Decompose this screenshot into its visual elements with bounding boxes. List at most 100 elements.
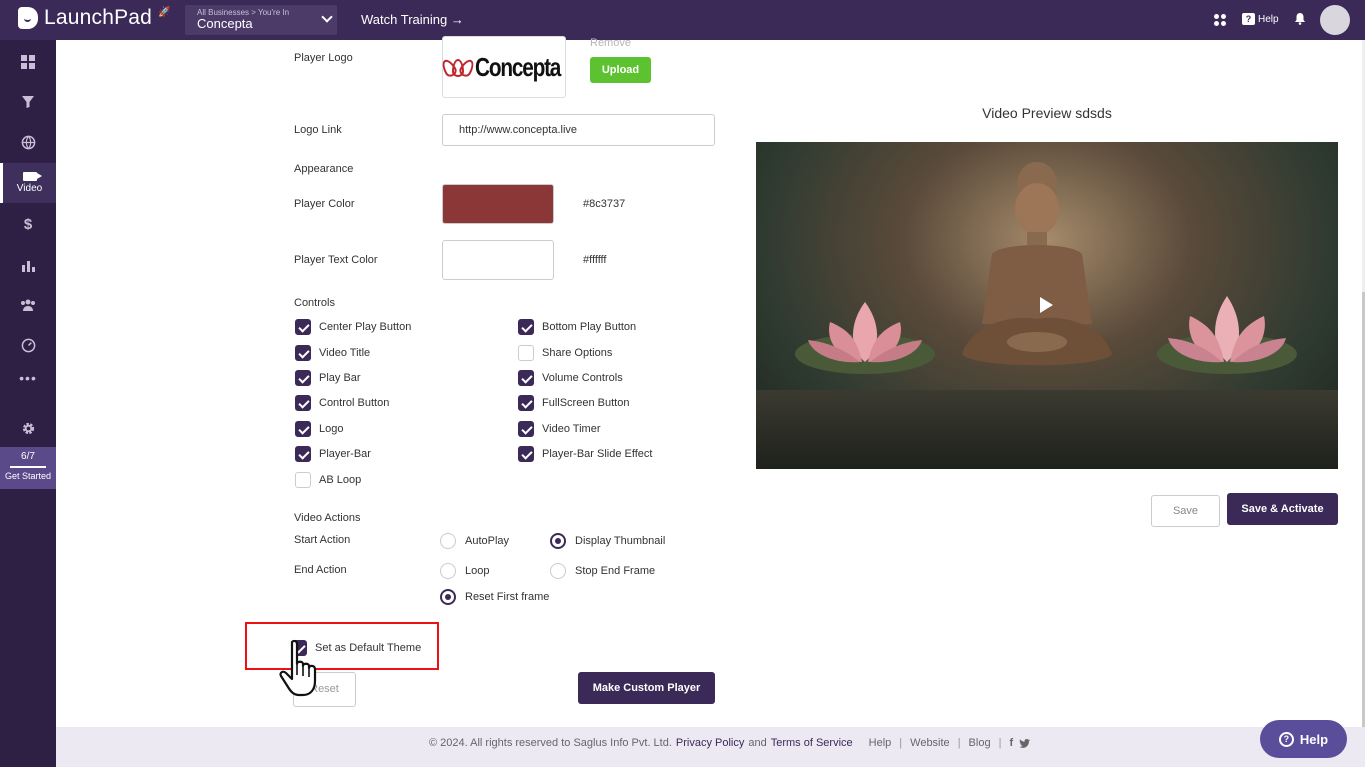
control-checkbox[interactable]: Center Play Button [295,319,411,335]
gear-icon[interactable] [0,410,56,446]
get-started-progress[interactable]: 6/7 Get Started [0,447,56,489]
users-icon[interactable] [0,287,56,323]
user-avatar[interactable] [1320,5,1350,35]
help-menu[interactable]: ? Help [1242,13,1279,25]
lotus-flower-left [795,302,935,374]
footer: © 2024. All rights reserved to Saglus In… [56,727,1365,767]
main-content: Player Logo Concepta Remove Upload Logo … [56,36,1365,727]
video-preview-title: Video Preview sdsds [982,105,1112,121]
control-checkbox[interactable]: Video Title [295,345,370,361]
radio-unselected[interactable] [550,563,566,579]
appearance-heading: Appearance [294,163,354,175]
logo-link-input[interactable]: http://www.concepta.live [442,114,715,146]
play-icon[interactable] [1040,297,1053,313]
upload-button[interactable]: Upload [590,57,651,83]
control-checkbox[interactable]: Player-Bar Slide Effect [518,446,652,462]
checkbox-checked[interactable] [295,345,311,361]
end-action-label: End Action [294,564,347,576]
more-icon[interactable]: ••• [0,360,56,396]
checkbox-checked[interactable] [295,395,311,411]
control-checkbox[interactable]: Volume Controls [518,370,623,386]
control-checkbox[interactable]: Control Button [295,395,389,411]
checkbox-checked[interactable] [295,421,311,437]
dollar-icon[interactable]: $ [0,206,56,242]
checkbox-checked[interactable] [518,446,534,462]
funnel-icon[interactable] [0,84,56,120]
checkbox-unchecked[interactable] [295,472,311,488]
radio-option[interactable]: Loop [440,563,489,579]
checkbox-checked[interactable] [295,319,311,335]
player-logo-label: Player Logo [294,52,353,64]
control-label: Logo [319,423,344,435]
player-text-color-swatch[interactable] [442,240,554,280]
bell-icon[interactable] [1294,12,1306,25]
lotus-flower-right [1157,296,1297,374]
checkbox-checked[interactable] [518,319,534,335]
radio-unselected[interactable] [440,563,456,579]
sidebar: Video $ ••• [0,40,56,767]
control-checkbox[interactable]: Bottom Play Button [518,319,636,335]
control-checkbox[interactable]: Logo [295,421,343,437]
control-checkbox[interactable]: Share Options [518,345,612,361]
player-color-value: #8c3737 [583,198,626,210]
checkbox-checked[interactable] [518,421,534,437]
checkbox-checked[interactable] [295,370,311,386]
terms-link[interactable]: Terms of Service [771,737,853,749]
gauge-icon[interactable] [0,327,56,363]
control-checkbox[interactable]: Video Timer [518,421,601,437]
save-button[interactable]: Save [1151,495,1220,527]
help-icon: ? [1242,13,1255,25]
facebook-icon[interactable]: f [1009,737,1013,749]
footer-link-website[interactable]: Website [910,737,950,749]
radio-label: AutoPlay [465,535,510,547]
radio-selected[interactable] [440,589,456,605]
remove-logo-link[interactable]: Remove [590,37,631,49]
sidebar-item-label: Video [16,183,43,194]
sidebar-item-video[interactable]: Video [0,163,56,203]
help-chat-button[interactable]: ? Help [1260,720,1347,758]
checkbox-unchecked[interactable] [518,345,534,361]
radio-label: Stop End Frame [575,565,656,577]
control-label: Play Bar [319,372,361,384]
twitter-icon[interactable] [1019,738,1031,748]
control-checkbox[interactable]: Player-Bar [295,446,371,462]
help-chat-label: Help [1299,731,1329,747]
checkbox-checked[interactable] [518,370,534,386]
water-reflection [756,390,1338,469]
radio-option[interactable]: Reset First frame [440,589,549,605]
player-logo-preview: Concepta [439,36,566,98]
hand-cursor-icon [279,639,317,697]
business-switcher[interactable]: All Businesses > You're In Concepta [185,5,337,35]
save-and-activate-button[interactable]: Save & Activate [1227,493,1338,525]
video-camera-icon [22,172,42,181]
radio-option[interactable]: Display Thumbnail [550,533,665,549]
apps-grid-icon[interactable] [1214,14,1226,26]
radio-unselected[interactable] [440,533,456,549]
control-label: Video Title [319,347,371,359]
dashboard-icon[interactable] [0,44,56,80]
analytics-icon[interactable] [0,247,56,283]
controls-heading: Controls [294,297,335,309]
globe-icon[interactable] [0,124,56,160]
question-icon: ? [1278,731,1294,747]
watch-training-link[interactable]: Watch Training → [361,12,464,27]
default-theme-label: Set as Default Theme [315,642,422,654]
player-color-label: Player Color [294,198,355,210]
player-color-swatch[interactable] [442,184,554,224]
footer-link-help[interactable]: Help [869,737,892,749]
control-checkbox[interactable]: AB Loop [295,472,361,488]
control-checkbox[interactable]: Play Bar [295,370,361,386]
checkbox-checked[interactable] [295,446,311,462]
video-preview-player[interactable] [756,142,1338,469]
radio-option[interactable]: AutoPlay [440,533,509,549]
brand-logo[interactable]: LaunchPad 🚀 [18,6,170,30]
footer-link-blog[interactable]: Blog [969,737,991,749]
make-custom-player-button[interactable]: Make Custom Player [578,672,715,704]
privacy-policy-link[interactable]: Privacy Policy [676,737,744,749]
control-checkbox[interactable]: FullScreen Button [518,395,629,411]
radio-option[interactable]: Stop End Frame [550,563,655,579]
control-label: Volume Controls [542,372,623,384]
radio-selected[interactable] [550,533,566,549]
checkbox-checked[interactable] [518,395,534,411]
business-name: Concepta [197,16,253,31]
